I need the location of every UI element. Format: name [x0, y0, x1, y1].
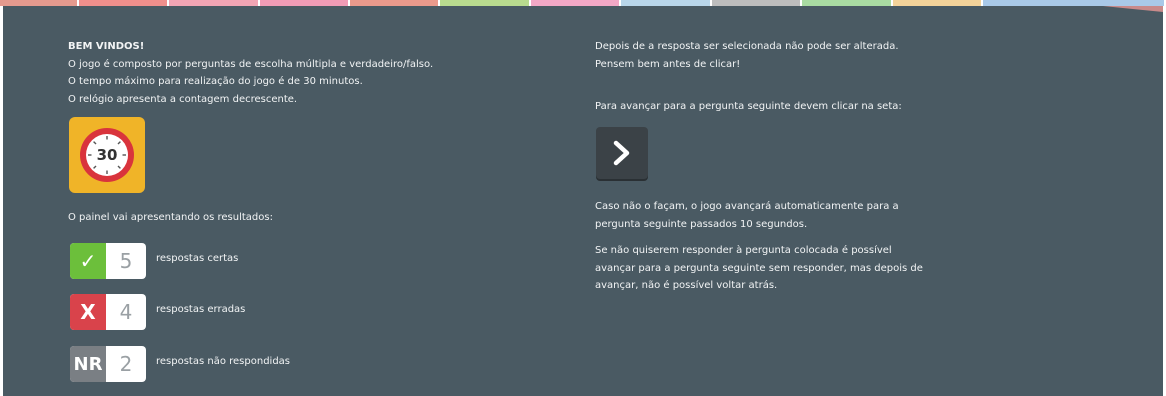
chevron-right-icon [613, 140, 630, 166]
results-panel-label: O painel vai apresentando os resultados: [68, 212, 273, 223]
intro-line: O relógio apresenta a contagem decrescen… [68, 93, 298, 105]
wrong-answers-label: respostas erradas [156, 304, 246, 315]
correct-count: 5 [119, 249, 133, 273]
unanswered-label: respostas não respondidas [156, 356, 290, 367]
welcome-title: BEM VINDOS! [68, 41, 145, 52]
warning-line: Depois de a resposta ser selecionada não… [595, 41, 899, 52]
score-box: NR 2 [70, 346, 146, 382]
intro-text: BEM VINDOS! O jogo é composto por pergun… [68, 38, 433, 108]
skip-line: Se não quiserem responder à pergunta col… [595, 245, 892, 256]
skip-line: avançar para a pergunta seguinte sem res… [595, 262, 923, 274]
instructions-panel: BEM VINDOS! O jogo é composto por pergun… [3, 6, 1163, 396]
not-answered-icon: NR [70, 346, 106, 382]
selection-warning: Depois de a resposta ser selecionada não… [595, 38, 899, 73]
stopwatch-icon: 30 [80, 128, 134, 182]
cross-icon: X [70, 294, 106, 330]
score-box: X 4 [70, 294, 146, 330]
unanswered-count: 2 [119, 352, 133, 376]
intro-line: O tempo máximo para realização do jogo é… [68, 76, 363, 87]
skip-question-text: Se não quiserem responder à pergunta col… [595, 242, 923, 295]
skip-line: avançar, não é possível voltar atrás. [595, 280, 778, 291]
stopwatch-badge: 30 [69, 117, 145, 193]
warning-line: Pensem bem antes de clicar! [595, 58, 741, 70]
intro-line: O jogo é composto por perguntas de escol… [68, 58, 434, 70]
advance-instruction: Para avançar para a pergunta seguinte de… [595, 101, 902, 112]
timer-value: 30 [97, 146, 118, 164]
auto-advance-line: pergunta seguinte passados 10 segundos. [595, 218, 808, 230]
correct-answers-label: respostas certas [156, 253, 239, 264]
score-box: ✓ 5 [70, 243, 146, 279]
next-question-button[interactable] [596, 127, 648, 179]
wrong-count: 4 [119, 300, 133, 324]
corner-decoration [1103, 6, 1163, 12]
auto-advance-text: Caso não o façam, o jogo avançará automa… [595, 198, 899, 233]
check-icon: ✓ [70, 243, 106, 279]
auto-advance-line: Caso não o façam, o jogo avançará automa… [595, 201, 899, 212]
